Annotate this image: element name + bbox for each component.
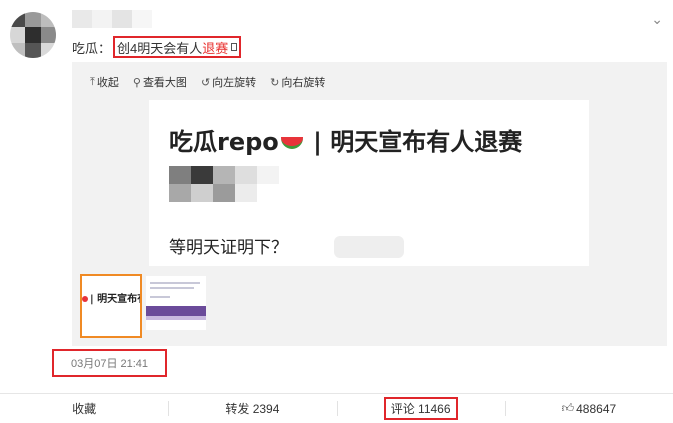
rotate-left-icon: ↺: [200, 75, 211, 89]
rotate-right-icon: ↻: [270, 75, 280, 89]
thumbnail-row: [146, 316, 206, 320]
media-viewer: ⤒ 收起 ⚲ 查看大图 ↺ 向左旋转 ↻ 向右旋转 吃瓜repo | 明天宣布有…: [72, 62, 667, 346]
thumbnail[interactable]: [146, 276, 206, 330]
comment-label: 评论 11466: [390, 402, 451, 416]
card-title-right: | 明天宣布有人退赛: [304, 128, 523, 156]
view-large-button[interactable]: ⚲ 查看大图: [133, 74, 187, 90]
repost-button[interactable]: 转发 2394: [168, 394, 336, 423]
post-highlight-box: 创4明天会有人 退赛: [113, 36, 242, 58]
thumbnail-selected[interactable]: | 明天宣布有: [80, 274, 142, 338]
like-count: 488647: [576, 401, 617, 416]
post-author-label: 吃瓜：: [72, 40, 112, 56]
watermelon-icon: [82, 296, 88, 302]
blurred-image-region: [169, 166, 279, 202]
thumbnail-text: | 明天宣布有: [82, 290, 140, 305]
avatar[interactable]: [10, 12, 56, 58]
favorite-button[interactable]: 收藏: [0, 394, 168, 423]
action-bar: 收藏 转发 2394 评论 11466 👍︎ 488647: [0, 394, 673, 423]
comment-button[interactable]: 评论 11466: [336, 394, 505, 423]
post-text-red: 退赛: [202, 40, 229, 56]
rotate-left-label: 向左旋转: [212, 77, 257, 89]
post-text: 吃瓜： 创4明天会有人 退赛: [72, 36, 242, 58]
card-subtitle: 等明天证明下？: [169, 238, 288, 258]
watermelon-icon: [280, 137, 303, 149]
rotate-left-button[interactable]: ↺ 向左旋转: [201, 74, 256, 90]
collapse-label: 收起: [96, 77, 119, 89]
card-title-left: 吃瓜repo: [169, 128, 279, 156]
missing-glyph-icon: [231, 43, 238, 51]
blurred-username[interactable]: [72, 10, 152, 28]
rotate-right-button[interactable]: ↻ 向右旋转: [270, 74, 325, 90]
like-button[interactable]: 👍︎ 488647: [504, 394, 673, 423]
magnifier-icon: ⚲: [132, 75, 141, 89]
card-title: 吃瓜repo | 明天宣布有人退赛: [169, 122, 522, 157]
view-large-label: 查看大图: [142, 77, 187, 89]
media-image[interactable]: 吃瓜repo | 明天宣布有人退赛 等明天证明下？: [149, 100, 589, 266]
favorite-label: 收藏: [72, 402, 97, 416]
collapse-button[interactable]: ⤒ 收起: [90, 74, 119, 90]
blurred-text-region: [334, 236, 404, 258]
media-toolbar: ⤒ 收起 ⚲ 查看大图 ↺ 向左旋转 ↻ 向右旋转: [90, 74, 325, 90]
thumbnail-header-bar: [146, 306, 206, 316]
repost-label: 转发 2394: [225, 402, 280, 416]
arrow-up-icon: ⤒: [90, 75, 95, 88]
chevron-down-icon[interactable]: ⌄: [651, 12, 663, 28]
comment-highlight-box: 评论 11466: [383, 397, 458, 420]
post-timestamp[interactable]: 03月07日 21:41: [52, 349, 167, 377]
post-text-prefix: 创4明天会有人: [117, 40, 203, 56]
rotate-right-label: 向右旋转: [281, 77, 326, 89]
thumbs-up-icon: 👍︎: [561, 401, 575, 415]
